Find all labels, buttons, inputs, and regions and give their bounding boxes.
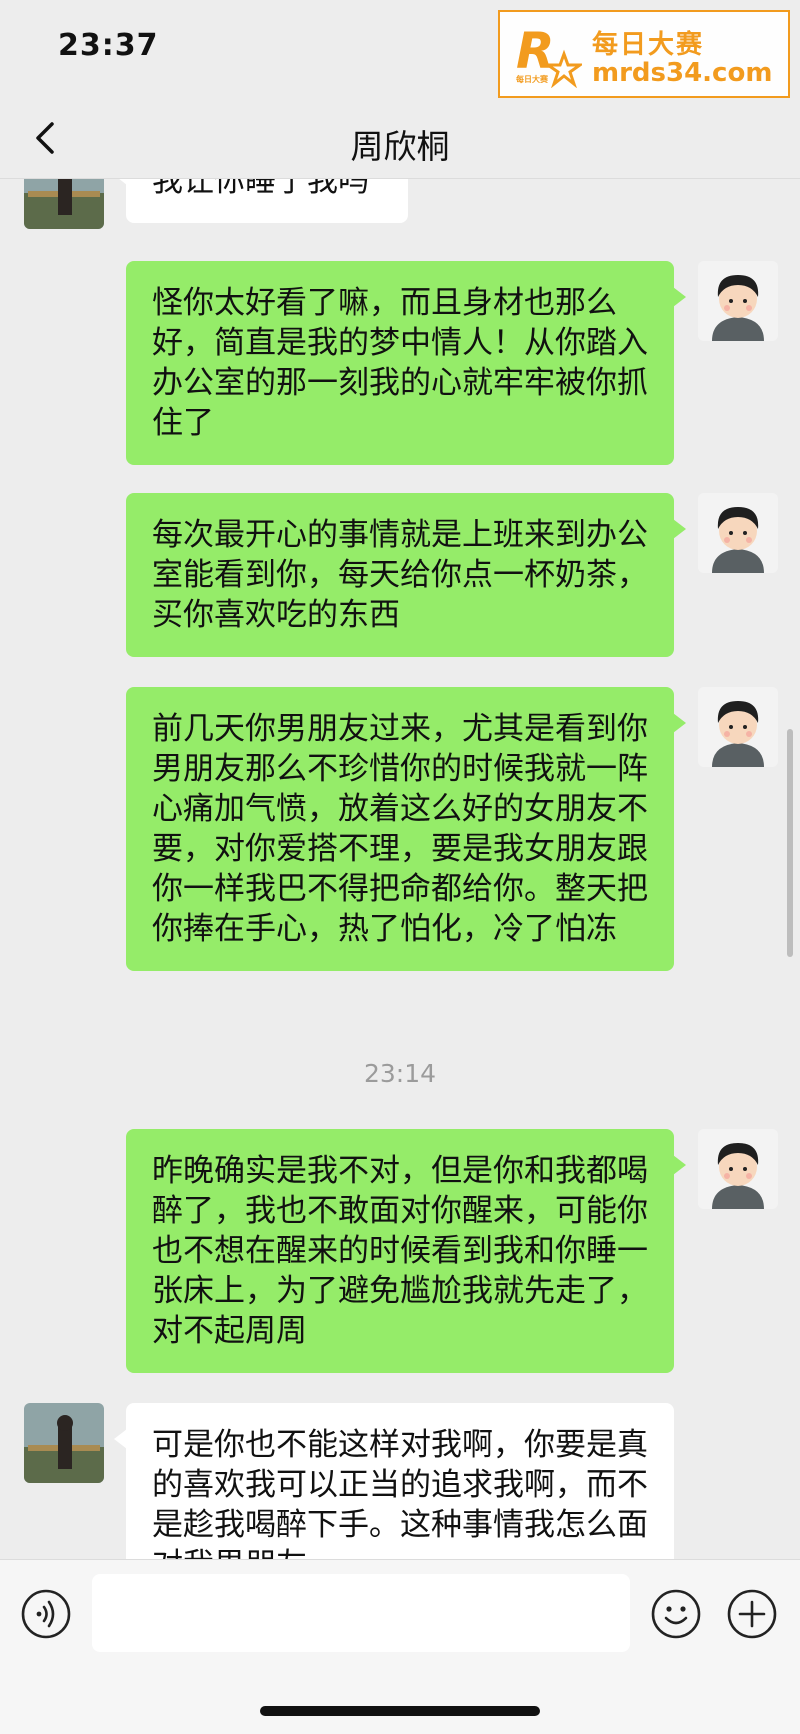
my-avatar[interactable] [698,1129,778,1209]
contact-photo-icon [24,179,104,229]
contact-photo-icon [24,1403,104,1483]
chat-input-bar [0,1559,800,1734]
my-avatar[interactable] [698,687,778,767]
watermark-logo-icon: R 每日大赛 [516,24,582,88]
watermark-url: mrds34.com [592,58,773,88]
cartoon-boy-avatar-icon [698,493,778,573]
message-bubble-received[interactable]: 我让你睡了我吗 [114,179,408,223]
watermark-title: 每日大赛 [592,30,705,60]
contact-avatar[interactable] [24,179,104,229]
message-bubble-sent[interactable]: 每次最开心的事情就是上班来到办公室能看到你，每天给你点一杯奶茶，买你喜欢吃的东西 [126,493,686,657]
cartoon-boy-avatar-icon [698,261,778,341]
status-bar: 23:37 R 每日大赛 每日大赛 mrds34.com [0,0,800,100]
message-list[interactable]: 我让你睡了我吗 怪你太好看了嘛，而且身材也那么好，简直是我的梦中情人！从你踏入办… [0,179,800,1559]
emoji-icon[interactable] [650,1588,702,1640]
plus-icon[interactable] [726,1588,778,1640]
message-text: 可是你也不能这样对我啊，你要是真的喜欢我可以正当的追求我啊，而不是趁我喝醉下手。… [152,1427,648,1559]
contact-avatar[interactable] [24,1403,104,1483]
message-text: 怪你太好看了嘛，而且身材也那么好，简直是我的梦中情人！从你踏入办公室的那一刻我的… [152,285,648,441]
voice-icon[interactable] [20,1588,72,1640]
message-bubble-received[interactable]: 可是你也不能这样对我啊，你要是真的喜欢我可以正当的追求我啊，而不是趁我喝醉下手。… [114,1403,674,1559]
message-input[interactable] [92,1574,630,1652]
scrollbar[interactable] [787,729,793,957]
message-text: 每次最开心的事情就是上班来到办公室能看到你，每天给你点一杯奶茶，买你喜欢吃的东西 [152,517,648,633]
status-time: 23:37 [58,28,159,63]
message-text: 我让你睡了我吗 [152,179,369,199]
watermark-banner: R 每日大赛 每日大赛 mrds34.com [498,10,790,98]
message-bubble-sent[interactable]: 前几天你男朋友过来，尤其是看到你男朋友那么不珍惜你的时候我就一阵心痛加气愤，放着… [126,687,686,971]
chat-header: 周欣桐 [0,100,800,179]
cartoon-boy-avatar-icon [698,1129,778,1209]
chat-title: 周欣桐 [350,127,450,166]
message-text: 前几天你男朋友过来，尤其是看到你男朋友那么不珍惜你的时候我就一阵心痛加气愤，放着… [152,711,648,947]
my-avatar[interactable] [698,493,778,573]
message-timestamp: 23:14 [363,1059,437,1088]
message-bubble-sent[interactable]: 昨晚确实是我不对，但是你和我都喝醉了，我也不敢面对你醒来，可能你也不想在醒来的时… [126,1129,686,1373]
svg-text:R: R [516,24,555,80]
cartoon-boy-avatar-icon [698,687,778,767]
message-bubble-sent[interactable]: 怪你太好看了嘛，而且身材也那么好，简直是我的梦中情人！从你踏入办公室的那一刻我的… [126,261,686,465]
svg-text:每日大赛: 每日大赛 [516,74,549,84]
home-indicator[interactable] [260,1706,540,1716]
my-avatar[interactable] [698,261,778,341]
message-text: 昨晚确实是我不对，但是你和我都喝醉了，我也不敢面对你醒来，可能你也不想在醒来的时… [152,1153,648,1349]
